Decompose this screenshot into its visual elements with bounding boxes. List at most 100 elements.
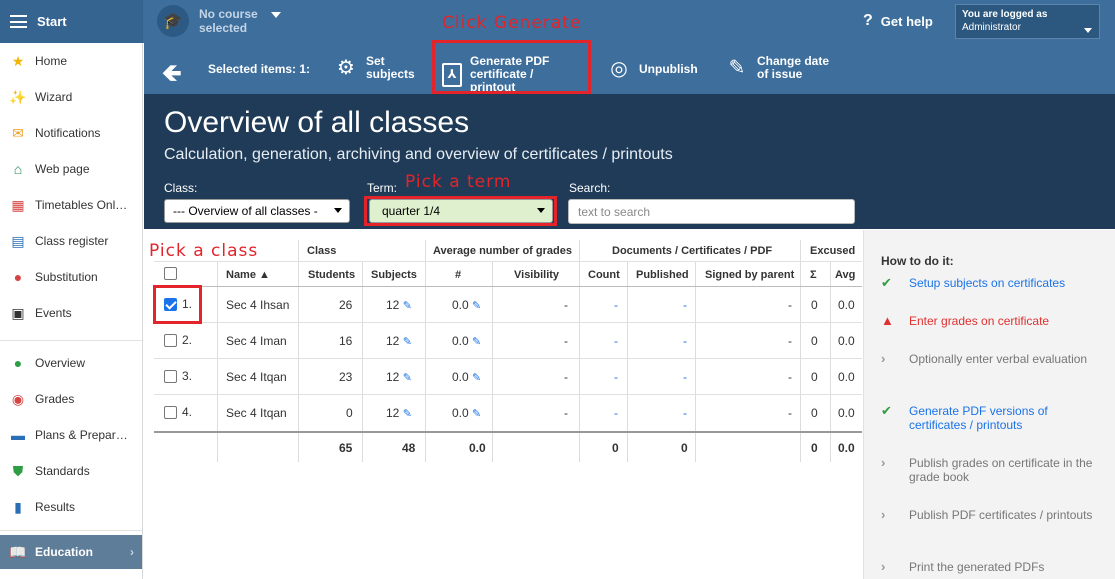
total-count: 0 (612, 441, 619, 455)
unpublish-label: Unpublish (639, 61, 698, 76)
column-header-sigma: Σ (810, 269, 817, 281)
logged-user: Administrator (962, 22, 1021, 33)
search-label: Search: (569, 181, 611, 195)
sidebar-item-education[interactable]: 📖 Education › (0, 535, 142, 569)
row-checkbox[interactable] (164, 406, 177, 419)
total-excused-avg: 0.0 (838, 441, 855, 455)
step-label[interactable]: Publish PDF certificates / printouts (909, 508, 1092, 522)
start-menu-button[interactable]: Start (0, 0, 143, 43)
sidebar-item-wizard[interactable]: ✨ Wizard (0, 79, 142, 115)
total-published: 0 (681, 441, 688, 455)
excused-sum: 0 (811, 298, 818, 312)
class-select-value: --- Overview of all classes - (173, 204, 318, 218)
chevron-down-icon (334, 208, 342, 213)
row-checkbox[interactable] (164, 370, 177, 383)
course-selector[interactable]: 🎓 No course selected (157, 5, 281, 37)
chevron-right-icon: › (881, 455, 886, 470)
pencil-icon[interactable]: ✎ (472, 372, 481, 384)
pencil-icon[interactable]: ✎ (403, 372, 412, 384)
how-to-step[interactable]: › Optionally enter verbal evaluation (881, 352, 1101, 367)
sidebar-item-class-register[interactable]: ▤ Class register (0, 223, 142, 259)
pencil-icon[interactable]: ✎ (472, 408, 481, 420)
sidebar-item-home[interactable]: ★ Home (0, 43, 142, 79)
how-to-step[interactable]: ✔ Generate PDF versions of certificates /… (881, 404, 1101, 433)
excused-avg: 0.0 (838, 370, 855, 384)
step-label[interactable]: Optionally enter verbal evaluation (909, 352, 1087, 366)
how-to-step[interactable]: ✔ Setup subjects on certificates (881, 276, 1101, 291)
sidebar: ★ Home ✨ Wizard ✉ Notifications ⌂ Web page ▦… (0, 43, 143, 579)
set-subjects-button[interactable]: ⚙ Set subjects (334, 55, 416, 81)
sidebar-item-notifications[interactable]: ✉ Notifications (0, 115, 142, 151)
students-count: 26 (339, 298, 353, 312)
subjects-count: 12 (386, 334, 400, 348)
avg-grades: 0.0 (452, 334, 469, 348)
class-name[interactable]: Sec 4 Itqan (226, 406, 287, 420)
get-help-button[interactable]: ? Get help (863, 12, 933, 30)
column-header-name[interactable]: Name ▲ (226, 269, 270, 281)
unpublish-button[interactable]: ◎ Unpublish (607, 57, 698, 81)
how-to-step[interactable]: ▲ Enter grades on certificate (881, 314, 1101, 329)
class-name[interactable]: Sec 4 Iman (226, 334, 287, 348)
pencil-icon[interactable]: ✎ (403, 408, 412, 420)
pencil-icon[interactable]: ✎ (472, 300, 481, 312)
annotation-click-generate: Click Generate (442, 13, 582, 33)
sidebar-item-results[interactable]: ▮ Results (0, 489, 142, 525)
visibility-value: - (564, 334, 568, 348)
class-select[interactable]: --- Overview of all classes - (164, 199, 350, 223)
search-input[interactable] (568, 199, 855, 224)
shield-icon: ⛊ (12, 462, 24, 479)
published-value[interactable]: - (683, 406, 687, 420)
count-value[interactable]: - (614, 298, 618, 312)
sidebar-item-standards[interactable]: ⛊ Standards (0, 453, 142, 489)
change-date-button[interactable]: ✎ Change date of issue (725, 55, 837, 81)
sidebar-item-plans[interactable]: ▬ Plans & Prepar… (0, 417, 142, 453)
step-label[interactable]: Print the generated PDFs (909, 560, 1044, 574)
annotation-pick-class: Pick a class (149, 241, 259, 261)
subjects-count: 12 (386, 298, 400, 312)
step-label[interactable]: Enter grades on certificate (909, 314, 1049, 328)
pencil-icon[interactable]: ✎ (403, 300, 412, 312)
column-header-subjects: Subjects (371, 269, 417, 281)
count-value[interactable]: - (614, 406, 618, 420)
sidebar-item-overview[interactable]: ● Overview (0, 345, 142, 381)
sidebar-item-label: Substitution (35, 270, 98, 284)
sidebar-item-web-page[interactable]: ⌂ Web page (0, 151, 142, 187)
sidebar-item-substitution[interactable]: ● Substitution (0, 259, 142, 295)
column-header-visibility: Visibility (514, 269, 560, 281)
pencil-icon[interactable]: ✎ (472, 336, 481, 348)
person-icon: ● (13, 269, 23, 285)
how-to-step[interactable]: › Print the generated PDFs (881, 560, 1101, 575)
avg-grades: 0.0 (452, 406, 469, 420)
step-label[interactable]: Generate PDF versions of certificates / … (909, 404, 1101, 432)
page-header: Overview of all classes Calculation, gen… (144, 94, 1115, 229)
sidebar-item-label: Results (35, 500, 76, 514)
annotation-box-class (153, 285, 202, 324)
sidebar-item-grades[interactable]: ◉ Grades (0, 381, 142, 417)
pencil-icon[interactable]: ✎ (403, 336, 412, 348)
chevron-right-icon: › (881, 507, 886, 522)
row-checkbox[interactable] (164, 334, 177, 347)
step-label[interactable]: Publish grades on certificate in the gra… (909, 456, 1101, 484)
avg-grades: 0.0 (452, 298, 469, 312)
published-value[interactable]: - (683, 334, 687, 348)
logged-label: You are logged as (962, 9, 1048, 20)
how-to-step[interactable]: › Publish grades on certificate in the gr… (881, 455, 1101, 485)
step-label[interactable]: Setup subjects on certificates (909, 276, 1065, 290)
user-menu[interactable]: You are logged as Administrator (955, 4, 1100, 39)
sidebar-item-timetables[interactable]: ▦ Timetables Onl… (0, 187, 142, 223)
class-name[interactable]: Sec 4 Itqan (226, 370, 287, 384)
select-all-checkbox[interactable] (164, 267, 177, 280)
sidebar-item-events[interactable]: ▣ Events (0, 295, 142, 331)
published-value[interactable]: - (683, 370, 687, 384)
count-value[interactable]: - (614, 370, 618, 384)
count-value[interactable]: - (614, 334, 618, 348)
excused-sum: 0 (811, 334, 818, 348)
class-name[interactable]: Sec 4 Ihsan (226, 298, 289, 312)
sidebar-item-label: Timetables Onl… (35, 198, 128, 212)
published-value[interactable]: - (683, 298, 687, 312)
sidebar-divider (0, 525, 142, 531)
back-arrow-icon[interactable]: 🡸 (162, 56, 182, 97)
chevron-right-icon: › (130, 545, 134, 559)
book-icon: ▤ (11, 232, 25, 249)
how-to-step[interactable]: › Publish PDF certificates / printouts (881, 507, 1101, 523)
